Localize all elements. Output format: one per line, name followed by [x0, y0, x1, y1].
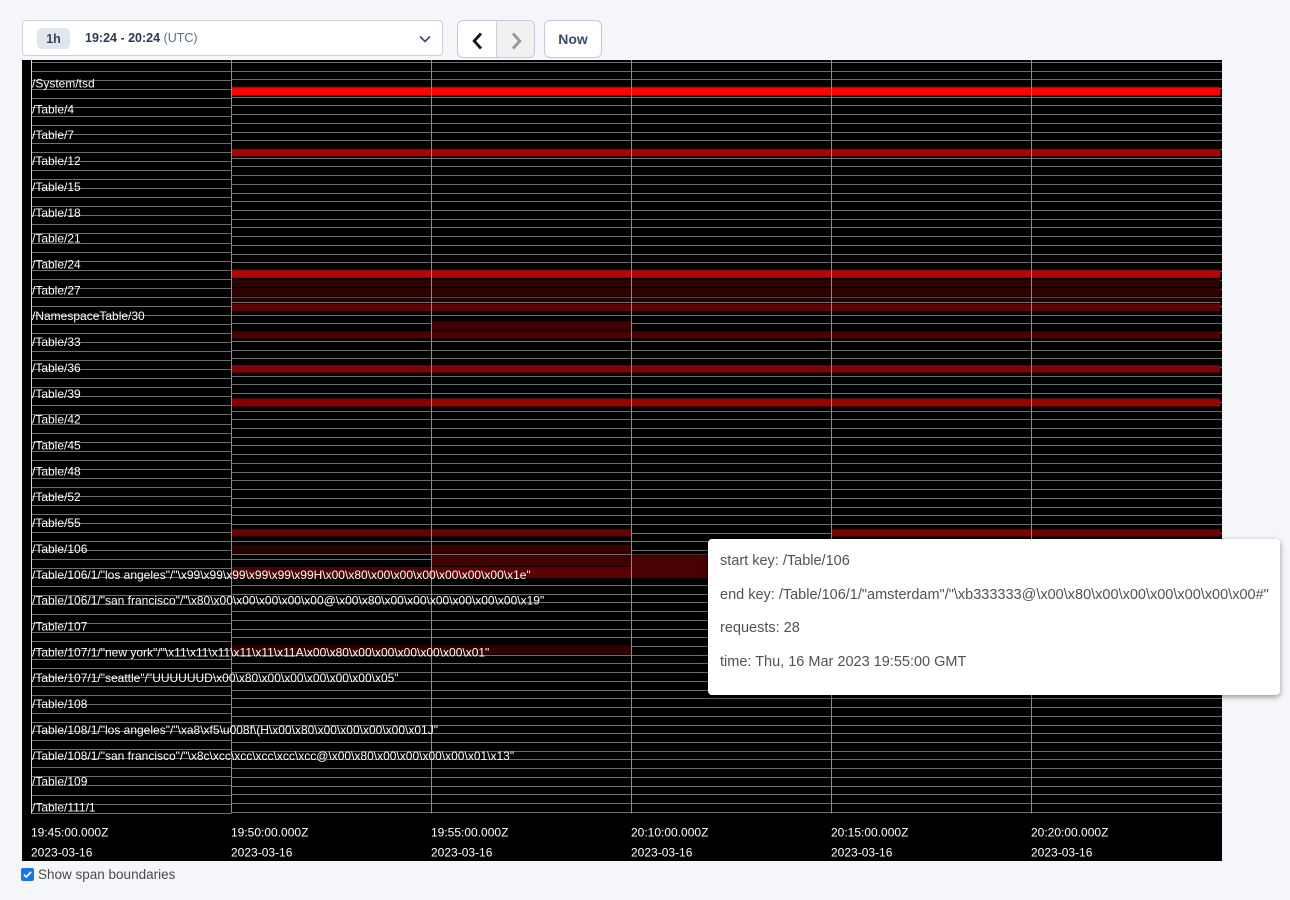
- svg-text:/Table/42: /Table/42: [32, 413, 81, 427]
- svg-text:/Table/39: /Table/39: [32, 387, 81, 401]
- svg-text:/Table/109: /Table/109: [32, 775, 88, 789]
- svg-text:20:20:00.000Z: 20:20:00.000Z: [1031, 826, 1108, 840]
- svg-text:/Table/48: /Table/48: [32, 464, 81, 478]
- svg-text:2023-03-16: 2023-03-16: [1031, 846, 1093, 860]
- svg-text:19:45:00.000Z: 19:45:00.000Z: [31, 826, 108, 840]
- svg-text:2023-03-16: 2023-03-16: [431, 846, 493, 860]
- svg-text:20:15:00.000Z: 20:15:00.000Z: [831, 826, 908, 840]
- svg-text:/System/tsd: /System/tsd: [32, 77, 95, 91]
- svg-text:2023-03-16: 2023-03-16: [631, 846, 693, 860]
- svg-text:2023-03-16: 2023-03-16: [31, 846, 93, 860]
- svg-text:/Table/7: /Table/7: [32, 128, 74, 142]
- svg-text:19:55:00.000Z: 19:55:00.000Z: [431, 826, 508, 840]
- svg-text:/NamespaceTable/30: /NamespaceTable/30: [32, 309, 145, 323]
- svg-text:/Table/4: /Table/4: [32, 102, 74, 116]
- svg-text:/Table/15: /Table/15: [32, 180, 81, 194]
- svg-text:/Table/21: /Table/21: [32, 232, 81, 246]
- svg-text:/Table/111/1: /Table/111/1: [32, 801, 96, 815]
- svg-text:/Table/106/1/"san francisco"/": /Table/106/1/"san francisco"/"\x80\x00\x…: [32, 594, 544, 608]
- svg-text:/Table/36: /Table/36: [32, 361, 81, 375]
- svg-text:/Table/107/1/"seattle"/"UUUUUU: /Table/107/1/"seattle"/"UUUUUUD\x00\x80\…: [32, 671, 399, 685]
- svg-text:/Table/108/1/"san francisco"/": /Table/108/1/"san francisco"/"\x8c\xcc\x…: [32, 749, 514, 763]
- svg-text:/Table/18: /Table/18: [32, 206, 81, 220]
- svg-text:/Table/24: /Table/24: [32, 258, 81, 272]
- svg-text:20:10:00.000Z: 20:10:00.000Z: [631, 826, 708, 840]
- svg-text:2023-03-16: 2023-03-16: [831, 846, 893, 860]
- svg-text:/Table/107/1/"new york"/"\x11\: /Table/107/1/"new york"/"\x11\x11\x11\x1…: [32, 645, 489, 659]
- svg-text:/Table/108: /Table/108: [32, 697, 88, 711]
- svg-text:/Table/106: /Table/106: [32, 542, 88, 556]
- svg-text:/Table/52: /Table/52: [32, 490, 81, 504]
- svg-text:/Table/45: /Table/45: [32, 439, 81, 453]
- svg-text:/Table/106/1/"los angeles"/"\x: /Table/106/1/"los angeles"/"\x99\x99\x99…: [32, 568, 531, 582]
- svg-text:2023-03-16: 2023-03-16: [231, 846, 293, 860]
- svg-text:/Table/108/1/"los angeles"/"\x: /Table/108/1/"los angeles"/"\xa8\xf5\u00…: [32, 723, 438, 737]
- svg-text:19:50:00.000Z: 19:50:00.000Z: [231, 826, 308, 840]
- svg-text:/Table/27: /Table/27: [32, 283, 81, 297]
- svg-text:/Table/33: /Table/33: [32, 335, 81, 349]
- svg-text:/Table/107: /Table/107: [32, 620, 88, 634]
- svg-text:/Table/55: /Table/55: [32, 516, 81, 530]
- svg-text:/Table/12: /Table/12: [32, 154, 81, 168]
